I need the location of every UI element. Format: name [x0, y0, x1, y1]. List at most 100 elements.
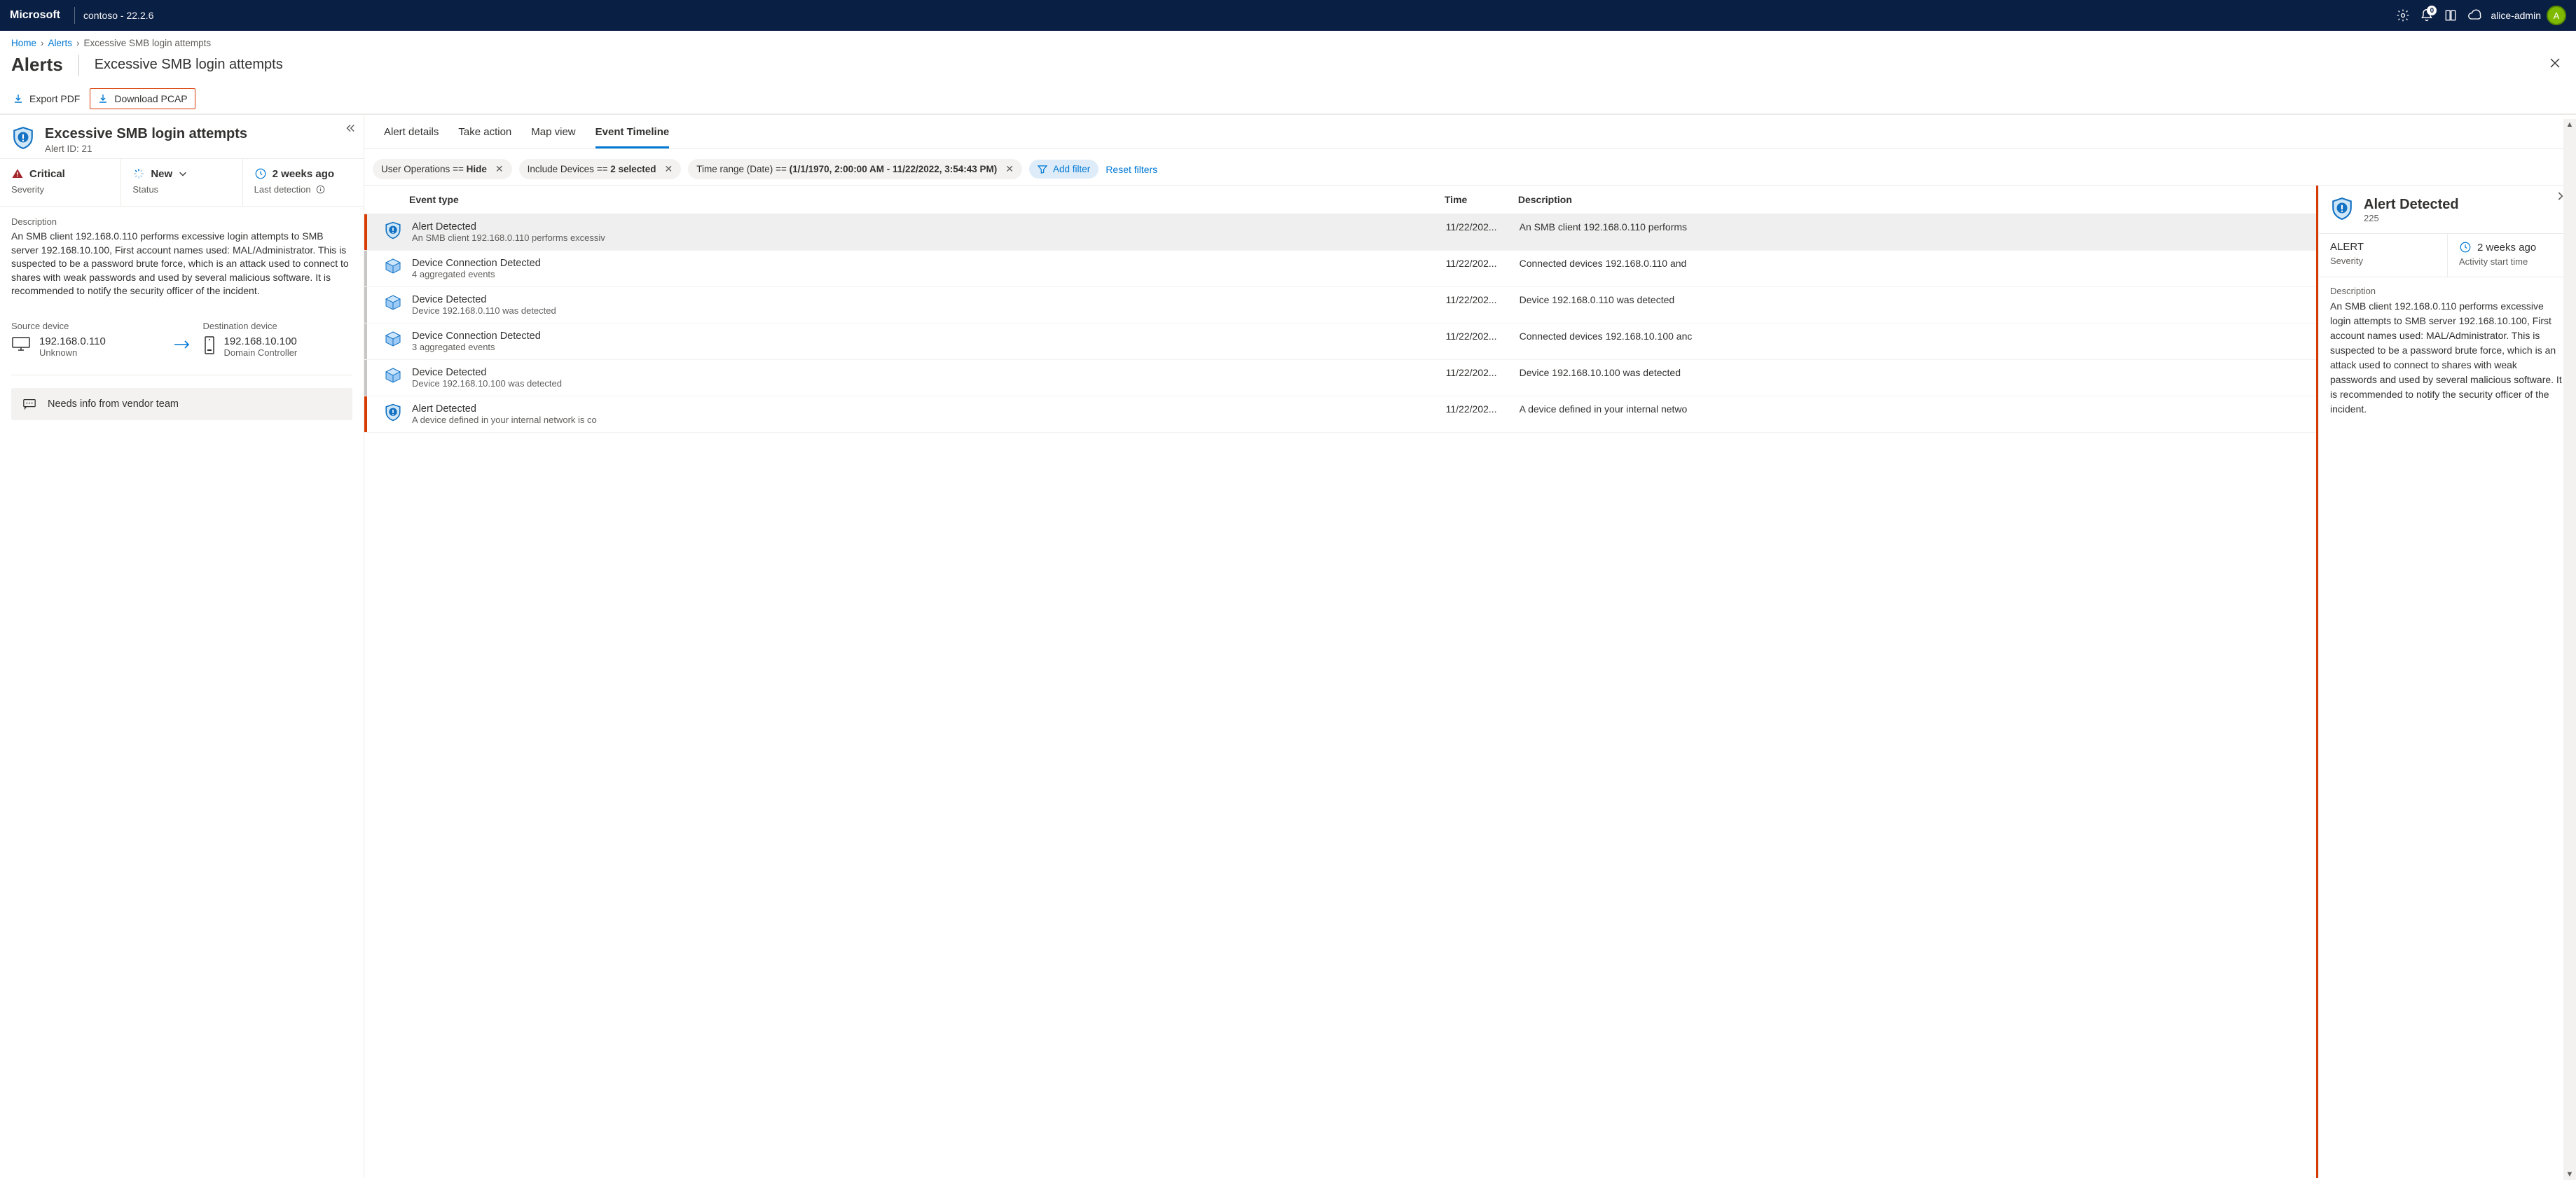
shield-alert-icon: [2330, 197, 2354, 221]
tab-event-timeline[interactable]: Event Timeline: [595, 125, 670, 148]
page-title-bar: Alerts Excessive SMB login attempts: [0, 50, 2576, 84]
add-filter-button[interactable]: Add filter: [1029, 160, 1098, 179]
tab-alert-details[interactable]: Alert details: [384, 125, 439, 148]
chevron-right-icon: ›: [76, 38, 80, 48]
filter-time-range[interactable]: Time range (Date) == (1/1/1970, 2:00:00 …: [688, 159, 1022, 179]
export-pdf-button[interactable]: Export PDF: [6, 89, 87, 109]
row-title: Alert Detected: [412, 221, 1439, 232]
row-description: Device 192.168.10.100 was detected: [1520, 367, 2309, 378]
row-description: Device 192.168.0.110 was detected: [1520, 294, 2309, 305]
row-title: Device Connection Detected: [412, 331, 1439, 342]
destination-device: Destination device 192.168.10.100 Domain…: [203, 321, 353, 358]
severity-bar: [364, 396, 367, 432]
avatar: A: [2547, 6, 2566, 25]
collapse-left-button[interactable]: [344, 122, 357, 137]
row-subtext: 3 aggregated events: [412, 342, 1439, 352]
row-time: 11/22/202...: [1446, 403, 1513, 415]
timeline-row[interactable]: Device Connection Detected3 aggregated e…: [364, 324, 2316, 360]
severity-bar: [364, 251, 367, 286]
settings-button[interactable]: [2391, 4, 2415, 27]
filter-user-operations[interactable]: User Operations == Hide ✕: [373, 159, 512, 179]
alert-title: Excessive SMB login attempts: [45, 126, 247, 142]
row-description: Connected devices 192.168.10.100 anc: [1520, 331, 2309, 342]
chevron-left-double-icon: [344, 122, 357, 134]
divider: [74, 7, 75, 24]
tab-map-view[interactable]: Map view: [531, 125, 575, 148]
breadcrumb-current: Excessive SMB login attempts: [84, 38, 212, 48]
status-metric[interactable]: New Status: [121, 159, 242, 206]
row-subtext: A device defined in your internal networ…: [412, 415, 1439, 425]
right-panel: Alert details Take action Map view Event…: [364, 115, 2576, 1178]
filter-icon: [1038, 165, 1047, 174]
clock-icon: [254, 167, 267, 180]
source-device: Source device 192.168.0.110 Unknown: [11, 321, 161, 358]
monitor-icon: [11, 335, 31, 352]
docs-button[interactable]: [2439, 4, 2463, 27]
shield-alert-icon: [11, 126, 35, 150]
alert-description: An SMB client 192.168.0.110 performs exc…: [11, 230, 352, 298]
cube-icon: [385, 367, 401, 384]
row-title: Device Detected: [412, 294, 1439, 305]
timeline-row[interactable]: Device Detected Device 192.168.0.110 was …: [364, 287, 2316, 324]
critical-icon: [11, 167, 24, 180]
remove-filter-icon[interactable]: ✕: [495, 163, 504, 175]
timeline-row[interactable]: Device DetectedDevice 192.168.10.100 was…: [364, 360, 2316, 396]
breadcrumb: Home › Alerts › Excessive SMB login atte…: [0, 31, 2576, 50]
cube-icon: [385, 331, 401, 347]
notification-count-badge: 0: [2427, 6, 2437, 15]
download-pcap-button[interactable]: Download PCAP: [90, 88, 195, 109]
filter-include-devices[interactable]: Include Devices == 2 selected ✕: [519, 159, 682, 179]
side-description: An SMB client 192.168.0.110 performs exc…: [2330, 299, 2565, 417]
book-icon: [2444, 8, 2458, 22]
row-description: Connected devices 192.168.0.110 and: [1520, 258, 2309, 269]
row-description: A device defined in your internal netwo: [1520, 403, 2309, 415]
chevron-right-icon: ›: [41, 38, 44, 48]
info-icon[interactable]: [316, 185, 325, 194]
command-bar: Export PDF Download PCAP: [0, 84, 2576, 114]
cloud-button[interactable]: [2463, 4, 2486, 27]
vendor-note[interactable]: Needs info from vendor team: [11, 388, 352, 420]
chat-icon: [22, 398, 36, 410]
close-button[interactable]: [2545, 53, 2565, 77]
side-title: Alert Detected: [2364, 197, 2459, 213]
row-time: 11/22/202...: [1446, 221, 1513, 232]
severity-bar: [364, 214, 367, 250]
timeline-row[interactable]: Alert DetectedAn SMB client 192.168.0.11…: [364, 214, 2316, 251]
cloud-icon: [2467, 8, 2482, 22]
brand-logo: Microsoft: [10, 9, 60, 22]
severity-metric: Critical Severity: [0, 159, 121, 206]
cube-icon: [385, 294, 401, 311]
page-title: Alerts: [11, 54, 63, 76]
download-icon: [13, 93, 24, 104]
alert-id-label: Alert ID: 21: [45, 142, 247, 154]
alert-details-panel: Excessive SMB login attempts Alert ID: 2…: [0, 115, 364, 1178]
side-description-label: Description: [2330, 286, 2565, 296]
row-title: Device Connection Detected: [412, 258, 1439, 269]
breadcrumb-home[interactable]: Home: [11, 38, 36, 48]
breadcrumb-alerts[interactable]: Alerts: [48, 38, 73, 48]
server-icon: [203, 335, 216, 355]
tab-take-action[interactable]: Take action: [458, 125, 511, 148]
last-detection-metric: 2 weeks ago Last detection: [243, 159, 364, 206]
page-subtitle: Excessive SMB login attempts: [95, 57, 283, 73]
timeline-row[interactable]: Device Connection Detected4 aggregated e…: [364, 251, 2316, 287]
remove-filter-icon[interactable]: ✕: [1005, 163, 1014, 175]
reset-filters-link[interactable]: Reset filters: [1106, 164, 1157, 175]
user-menu[interactable]: alice-admin A: [2491, 6, 2566, 25]
row-time: 11/22/202...: [1446, 367, 1513, 378]
row-subtext: An SMB client 192.168.0.110 performs exc…: [412, 232, 1439, 243]
remove-filter-icon[interactable]: ✕: [665, 163, 673, 175]
arrow-right-icon: [161, 321, 203, 350]
close-icon: [2549, 57, 2561, 69]
row-title: Device Detected: [412, 367, 1439, 378]
row-subtext: Device 192.168.10.100 was detected: [412, 378, 1439, 389]
cube-icon: [385, 258, 401, 275]
row-subtext: 4 aggregated events: [412, 269, 1439, 279]
user-name: alice-admin: [2491, 10, 2541, 21]
timeline-header: Event type Time Description: [364, 186, 2316, 214]
timeline-row[interactable]: Alert DetectedA device defined in your i…: [364, 396, 2316, 433]
notifications-button[interactable]: 0: [2415, 4, 2439, 27]
severity-bar: [364, 360, 367, 396]
global-header: Microsoft contoso - 22.2.6 0 alice-admin…: [0, 0, 2576, 31]
scrollbar[interactable]: ▲ ▼: [2563, 119, 2576, 1180]
